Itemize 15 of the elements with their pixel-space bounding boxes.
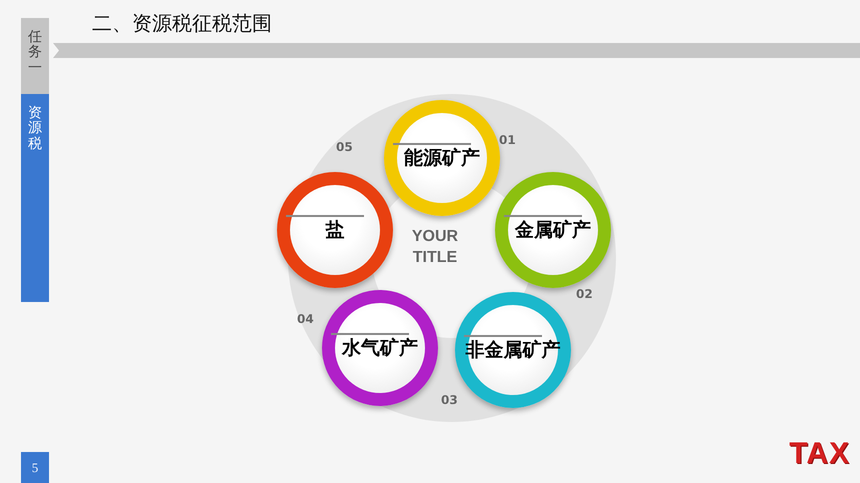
step-number: 04 bbox=[297, 312, 314, 326]
step-number: 01 bbox=[499, 133, 516, 147]
slide-title: 二、资源税征税范围 bbox=[92, 10, 273, 36]
page-number: 5 bbox=[21, 452, 49, 483]
tax-logo: TAX bbox=[789, 437, 850, 471]
node-label: 金属矿产 bbox=[515, 218, 591, 242]
node-label: 能源矿产 bbox=[404, 146, 480, 170]
step-number: 03 bbox=[441, 393, 458, 407]
step-number: 02 bbox=[576, 287, 593, 301]
node-label: 水气矿产 bbox=[342, 336, 418, 360]
step-number: 05 bbox=[336, 140, 353, 154]
sidebar-tab[interactable]: 资源税 bbox=[21, 94, 49, 302]
sidebar-tab[interactable]: 任务一 bbox=[21, 18, 49, 94]
node-label: 盐 bbox=[326, 218, 344, 242]
center-title: YOUR TITLE bbox=[410, 227, 460, 268]
